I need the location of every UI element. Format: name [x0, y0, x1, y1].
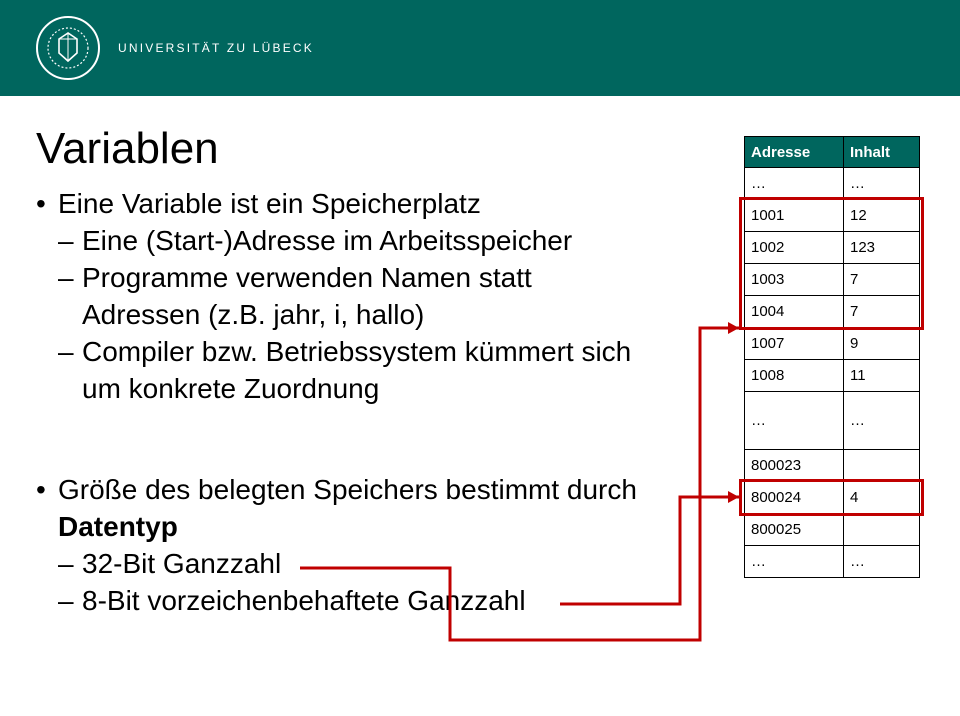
sub-bullet-2: Programme verwenden Namen statt Adressen… [82, 260, 656, 334]
table-cell-addr: 1001 [744, 200, 844, 232]
table-cell-addr: 1003 [744, 264, 844, 296]
bullet-2: Größe des belegten Speichers bestimmt du… [58, 472, 656, 546]
sub-bullet-5: 8-Bit vorzeichenbehaftete Ganzzahl [82, 583, 526, 620]
table-cell-val: … [844, 168, 920, 200]
dash-icon: – [58, 583, 82, 620]
table-cell-val: 7 [844, 296, 920, 328]
table-cell-val: 4 [844, 482, 920, 514]
table-cell-val: 11 [844, 360, 920, 392]
table-header-value: Inhalt [844, 136, 920, 168]
table-cell-val: … [844, 392, 920, 450]
table-cell-addr: … [744, 546, 844, 578]
dash-icon: – [58, 223, 82, 260]
table-cell-val: 12 [844, 200, 920, 232]
bullet-main: Eine Variable ist ein Speicherplatz [58, 186, 481, 223]
slide-title: Variablen [36, 124, 219, 174]
university-name: UNIVERSITÄT ZU LÜBECK [118, 41, 314, 55]
table-cell-addr: 800023 [744, 450, 844, 482]
header: UNIVERSITÄT ZU LÜBECK [0, 0, 960, 96]
sub-bullet-4: 32-Bit Ganzzahl [82, 546, 281, 583]
dash-icon: – [58, 546, 82, 583]
table-cell-addr: 1008 [744, 360, 844, 392]
dash-icon: – [58, 334, 82, 408]
bullet-2-prefix: Größe des belegten Speichers bestimmt du… [58, 474, 637, 505]
table-cell-addr: … [744, 168, 844, 200]
bullet-dot-icon: • [36, 186, 58, 223]
table-cell-val: 123 [844, 232, 920, 264]
sub-bullet-3: Compiler bzw. Betriebssystem kümmert sic… [82, 334, 656, 408]
university-seal-icon [36, 16, 100, 80]
bullet-2-bold: Datentyp [58, 511, 178, 542]
table-cell-addr: 1004 [744, 296, 844, 328]
table-header-address: Adresse [744, 136, 844, 168]
table-cell-val: … [844, 546, 920, 578]
table-cell-val [844, 450, 920, 482]
table-cell-val [844, 514, 920, 546]
bullets-block-1: • Eine Variable ist ein Speicherplatz – … [36, 186, 656, 408]
table-cell-addr: 1002 [744, 232, 844, 264]
bullets-block-2: • Größe des belegten Speichers bestimmt … [36, 472, 656, 620]
memory-table: Adresse Inhalt …… 100112 1002123 10037 1… [744, 136, 920, 578]
table-cell-val: 7 [844, 264, 920, 296]
table-cell-addr: 1007 [744, 328, 844, 360]
table-cell-val: 9 [844, 328, 920, 360]
table-cell-addr: 800024 [744, 482, 844, 514]
table-cell-addr: 800025 [744, 514, 844, 546]
table-cell-addr: … [744, 392, 844, 450]
sub-bullet-1: Eine (Start-)Adresse im Arbeitsspeicher [82, 223, 572, 260]
bullet-dot-icon: • [36, 472, 58, 546]
dash-icon: – [58, 260, 82, 334]
